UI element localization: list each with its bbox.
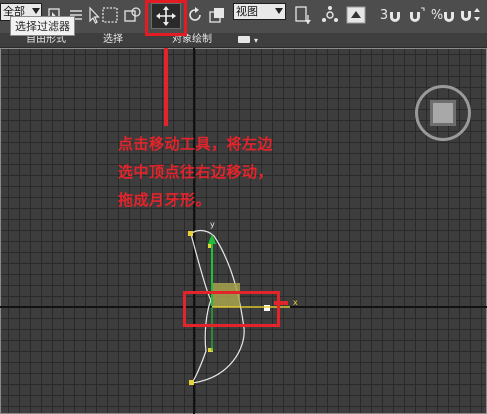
vertex-top <box>188 231 193 236</box>
spinner-snap-toggle[interactable] <box>458 4 482 26</box>
select-and-manipulate-button[interactable] <box>320 4 340 26</box>
move-tool-highlight <box>145 0 187 36</box>
angle-snap-toggle[interactable] <box>405 4 427 26</box>
ribbon-tab-select[interactable]: 选择 <box>103 33 123 47</box>
magnet-icon <box>390 12 401 22</box>
angle-snap-icon <box>410 7 425 22</box>
rotate-tool-button[interactable] <box>185 4 205 26</box>
gizmo-y-label: y <box>210 220 215 229</box>
scale-tool-button[interactable] <box>207 4 227 26</box>
marquee-icon <box>102 7 118 23</box>
annotation-line-3: 拖成月牙形。 <box>118 191 212 209</box>
percent-snap-toggle[interactable]: % <box>430 4 456 26</box>
region-select-button[interactable] <box>100 4 120 26</box>
chevron-down-icon <box>275 8 283 14</box>
chevron-down-icon <box>32 8 40 14</box>
percent-snap-label: % <box>430 7 444 23</box>
reference-coordinate-value: 视图 <box>236 5 258 18</box>
spinner-snap-icon <box>461 8 480 21</box>
keyboard-override-icon <box>346 6 366 24</box>
magnet-icon <box>444 12 455 22</box>
move-drag-handle[interactable] <box>270 298 292 308</box>
keyboard-shortcut-override-button[interactable] <box>345 4 367 26</box>
instruction-annotation: 点击移动工具，将左边 选中顶点往右边移动， 拖成月牙形。 <box>118 130 328 214</box>
snap-3d-label: 3 <box>379 7 389 23</box>
annotation-line-1: 点击移动工具，将左边 <box>118 135 274 153</box>
gizmo-y-arrowhead <box>208 234 216 244</box>
vertex-bottom <box>189 380 194 385</box>
viewport-top[interactable]: y x 点击移动工具，将左边 选中顶点往右边移动， 拖成月牙形。 <box>0 48 487 414</box>
gizmo-x-label: x <box>293 298 298 307</box>
scale-icon <box>209 8 224 23</box>
spline-shape-canvas: y x <box>188 220 298 385</box>
cursor-icon <box>89 6 100 24</box>
selection-filter-tooltip: 选择过滤器 <box>10 16 75 36</box>
window-crossing-icon <box>124 7 141 22</box>
window-crossing-button[interactable] <box>122 4 142 26</box>
manipulate-icon <box>322 6 338 22</box>
selected-vertex-highlight <box>183 291 280 327</box>
pivot-center-button[interactable] <box>292 4 312 26</box>
pivot-icon <box>295 6 311 24</box>
annotation-line-2: 选中顶点往右边移动， <box>118 163 274 181</box>
reference-coordinate-dropdown[interactable]: 视图 <box>233 3 286 20</box>
ribbon-options-icon[interactable] <box>238 36 250 43</box>
rotate-icon <box>189 7 201 21</box>
annotation-arrow-line <box>164 48 168 126</box>
snaps-toggle-3d[interactable]: 3 <box>378 4 404 26</box>
chevron-down-icon: ▾ <box>254 36 259 45</box>
